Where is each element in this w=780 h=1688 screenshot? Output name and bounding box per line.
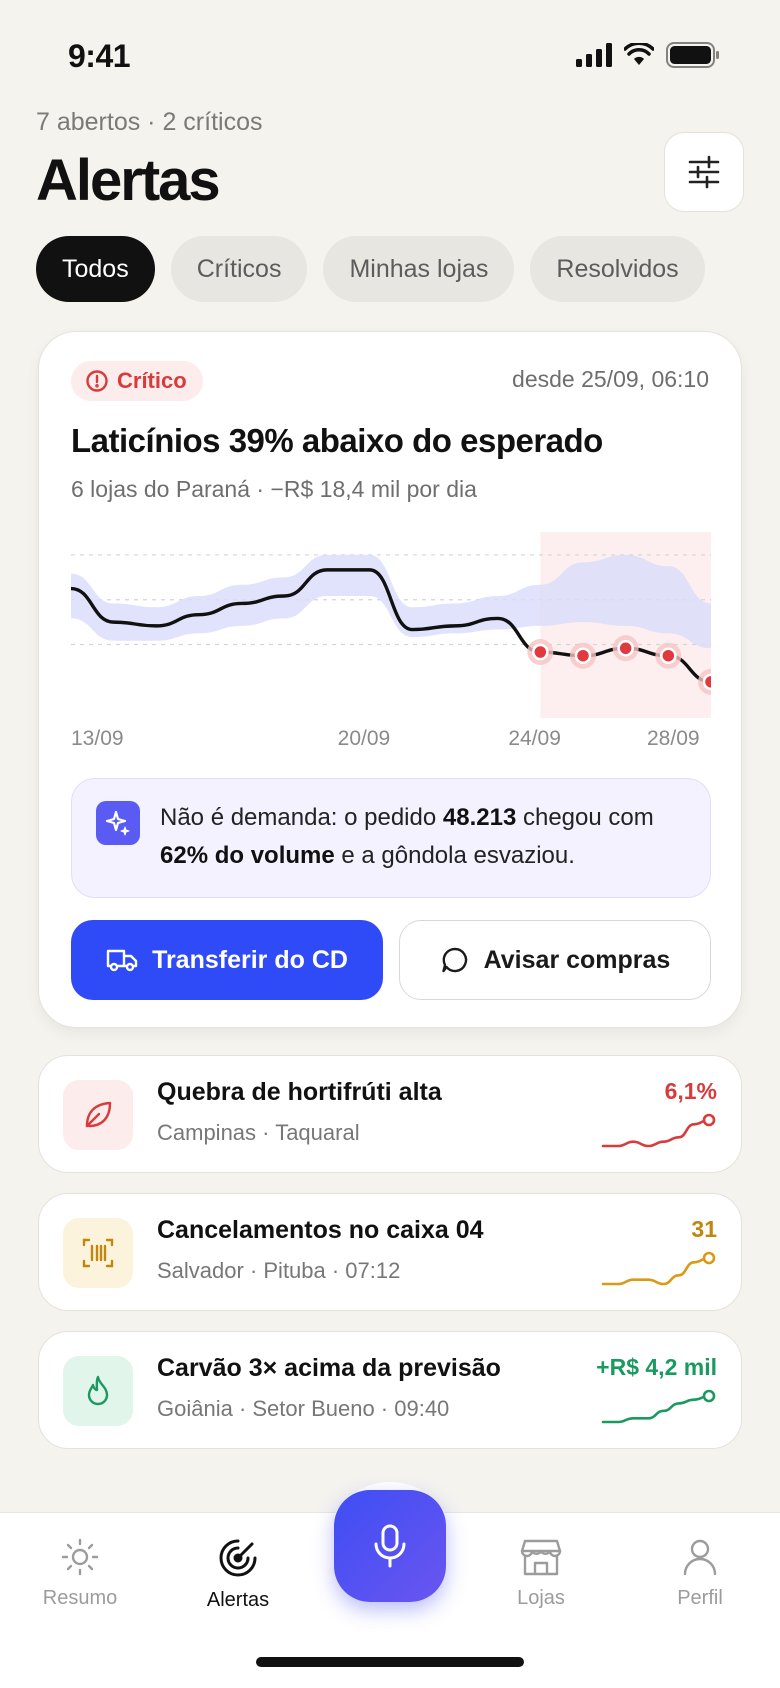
alert-item-metric: 31 — [691, 1216, 717, 1242]
alert-point — [660, 647, 677, 664]
volume-percent: 62% do volume — [160, 842, 335, 869]
battery-icon — [666, 42, 719, 68]
alerts-summary: 7 abertos · 2 críticos — [36, 108, 263, 136]
barcode-scan-icon — [63, 1218, 133, 1288]
sparkle-icon — [96, 801, 140, 845]
chart-x-labels: 13/09 20/09 24/09 28/09 — [71, 727, 711, 757]
alert-item-subtitle: Goiânia · Setor Bueno · 09:40 — [157, 1396, 450, 1421]
voice-assistant-button[interactable] — [334, 1490, 446, 1602]
radar-icon — [219, 1539, 257, 1577]
alert-title: Laticínios 39% abaixo do esperado — [71, 422, 603, 459]
home-indicator — [256, 1657, 524, 1667]
notify-purchasing-button[interactable]: Avisar compras — [399, 920, 711, 1000]
tab-label: Resumo — [42, 1587, 118, 1609]
tab-label: Alertas — [206, 1589, 270, 1611]
truck-icon — [106, 949, 138, 972]
cellular-signal-icon — [576, 43, 612, 67]
alert-point — [702, 673, 711, 691]
sparkline-path — [601, 1118, 711, 1148]
alert-item-subtitle: Salvador · Pituba · 07:12 — [157, 1258, 401, 1283]
filter-chip-minhas-lojas[interactable]: Minhas lojas — [323, 236, 515, 302]
insight-text: Não é demanda: o pedido 48.213 chegou co… — [160, 804, 654, 869]
sales-chart — [71, 532, 711, 718]
user-icon — [683, 1539, 717, 1576]
alert-item-title: Cancelamentos no caixa 04 — [157, 1216, 484, 1244]
status-bar: 9:41 — [0, 0, 780, 110]
filter-chip-resolvidos[interactable]: Resolvidos — [530, 236, 705, 302]
chat-bubble-icon — [441, 947, 467, 973]
alert-item-sparkline — [601, 1113, 716, 1148]
store-icon — [520, 1539, 562, 1576]
status-icons — [576, 42, 720, 68]
critical-alert-card[interactable]: Crítico desde 25/09, 06:10 Laticínios 39… — [38, 331, 742, 1028]
tab-label: Perfil — [677, 1587, 723, 1609]
alert-item-sparkline — [601, 1389, 716, 1424]
sparkline-endpoint — [702, 1251, 716, 1265]
tab-label: Lojas — [517, 1587, 565, 1609]
alert-item-metric: 6,1% — [664, 1078, 717, 1104]
alert-item-sparkline — [601, 1251, 716, 1286]
tab-resumo[interactable]: Resumo — [20, 1537, 140, 1610]
alert-point — [574, 647, 592, 664]
filter-chip-criticos[interactable]: Críticos — [170, 236, 308, 302]
alert-item-title: Carvão 3× acima da previsão — [157, 1354, 501, 1382]
filter-settings-button[interactable] — [664, 132, 744, 212]
x-tick-label: 24/09 — [508, 727, 561, 750]
page-header: 7 abertos · 2 críticos Alertas — [36, 108, 744, 214]
x-tick-label: 28/09 — [647, 727, 700, 750]
wifi-icon — [624, 43, 654, 65]
sun-icon — [61, 1538, 99, 1576]
critical-badge-label: Crítico — [117, 368, 187, 393]
sparkline-path — [601, 1256, 711, 1286]
sliders-icon — [688, 155, 720, 189]
alert-item-subtitle: Campinas · Taquaral — [157, 1120, 360, 1145]
notify-button-label: Avisar compras — [483, 945, 671, 974]
alert-item-cancelamentos[interactable]: Cancelamentos no caixa 04 Salvador · Pit… — [38, 1193, 742, 1311]
alert-item-hortifruti[interactable]: Quebra de hortifrúti alta Campinas · Taq… — [38, 1055, 742, 1173]
tab-alertas[interactable]: Alertas — [178, 1537, 298, 1612]
alert-circle-icon — [86, 370, 108, 392]
alert-point — [532, 643, 549, 661]
x-tick-label: 13/09 — [71, 727, 124, 750]
alert-item-metric: +R$ 4,2 mil — [596, 1354, 717, 1380]
alert-since: desde 25/09, 06:10 — [512, 366, 709, 392]
x-tick-label: 20/09 — [337, 727, 391, 750]
page-title: Alertas — [36, 148, 221, 213]
sparkline-endpoint — [702, 1113, 716, 1127]
transfer-button-label: Transferir do CD — [152, 945, 348, 974]
sparkline-path — [601, 1394, 711, 1424]
alert-point — [617, 640, 634, 657]
filter-chip-todos[interactable]: Todos — [36, 236, 155, 302]
sparkline-endpoint — [702, 1389, 716, 1403]
transfer-from-dc-button[interactable]: Transferir do CD — [71, 920, 383, 1000]
alert-subtitle: 6 lojas do Paraná · −R$ 18,4 mil por dia — [71, 476, 477, 502]
order-number: 48.213 — [442, 804, 517, 831]
tab-perfil[interactable]: Perfil — [640, 1537, 760, 1610]
filter-chips: Todos Críticos Minhas lojas Resolvidos — [36, 236, 705, 302]
critical-badge: Crítico — [71, 361, 203, 401]
tab-lojas[interactable]: Lojas — [481, 1537, 601, 1610]
flame-icon — [63, 1356, 133, 1426]
insight-box: Não é demanda: o pedido 48.213 chegou co… — [71, 778, 711, 898]
alert-item-carvao[interactable]: Carvão 3× acima da previsão Goiânia · Se… — [38, 1331, 742, 1449]
leaf-icon — [63, 1080, 133, 1150]
microphone-icon — [374, 1524, 406, 1568]
alert-item-title: Quebra de hortifrúti alta — [157, 1078, 442, 1106]
status-time: 9:41 — [68, 38, 131, 74]
